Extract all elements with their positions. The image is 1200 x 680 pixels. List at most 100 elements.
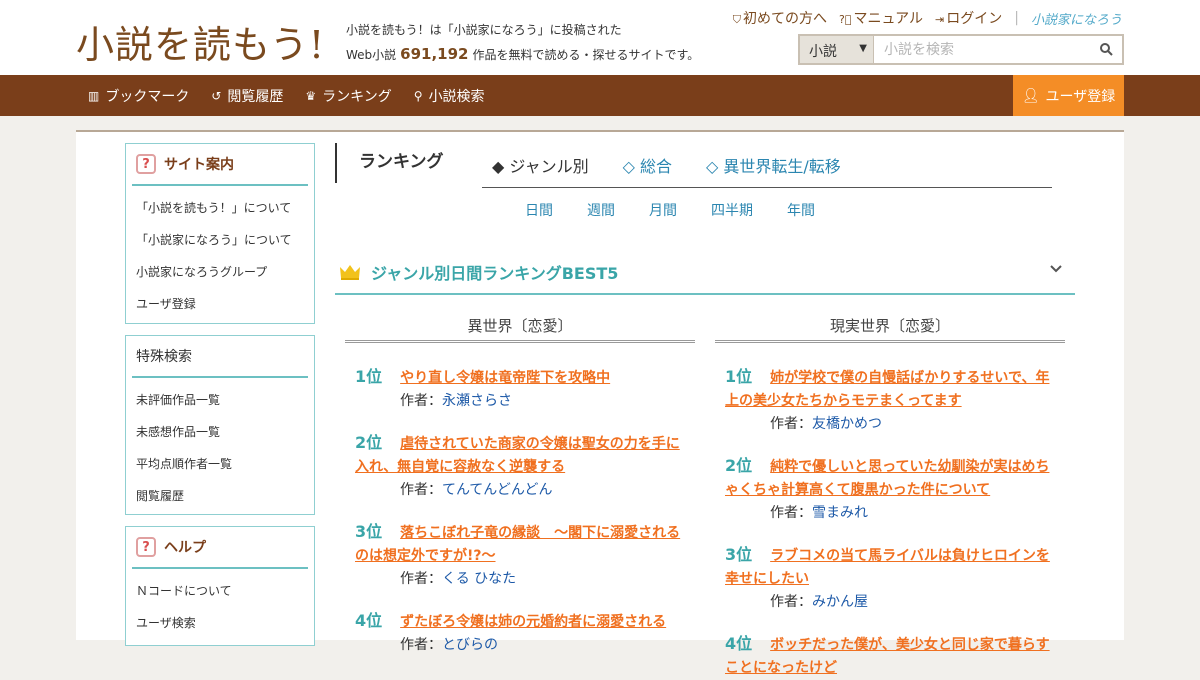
genre-column-real-romance: 現実世界〔恋愛〕 1位 姉が学校で僕の自慢話ばかりするせいで、年上の美少女たちから… [715,315,1065,680]
sidebar-item-narou-group[interactable]: 小説家になろうグループ [136,256,314,288]
period-monthly[interactable]: 月間 [649,200,677,220]
period-weekly[interactable]: 週間 [587,200,615,220]
novel-title-link[interactable]: ずたぼろ令嬢は姉の元婚約者に溺愛される [400,614,666,630]
tagline-suffix: 作品を無料で読める・探せるサイトです。 [472,48,700,62]
author-link[interactable]: とびらの [442,637,498,653]
site-tagline: 小説を読もう！は「小説家になろう」に投稿された Web小説 691,192 作品を無… [346,18,699,67]
rank-number: 3位 [725,545,753,564]
novel-title-link[interactable]: やり直し令嬢は竜帝陛下を攻略中 [400,370,610,386]
help-title: ヘルプ [164,540,206,556]
special-search-heading: 特殊検索 [132,336,308,378]
author-link[interactable]: 永瀬さらさ [442,393,512,409]
novel-title-link[interactable]: 落ちこぼれ子竜の縁談 ～閣下に溺愛されるのは想定外ですが!?～ [355,525,680,564]
tagline-prefix: Web小説 [346,48,397,62]
sidebar-item-user-search[interactable]: ユーザ検索 [136,607,314,639]
tab-overall[interactable]: ◇ 総合 [623,153,672,177]
author-link[interactable]: てんてんどんどん [442,482,552,498]
sidebar-item-unrated[interactable]: 未評価作品一覧 [136,384,314,416]
tagline-line2: Web小説 691,192 作品を無料で読める・探せるサイトです。 [346,42,699,67]
user-icon: 👤︎ [1021,87,1040,104]
rank-number: 4位 [725,634,753,653]
nav-history-label: 閲覧履歴 [227,88,284,105]
author-label: 作者： [400,571,442,587]
sidebar-item-about-yomou[interactable]: 「小説を読もう！」について [136,192,314,224]
period-quarterly[interactable]: 四半期 [711,200,753,220]
chevron-down-icon[interactable] [1049,264,1063,274]
rank-number: 2位 [355,433,383,452]
search-type-select[interactable]: 小説 ▼ [800,36,874,63]
first-time-link[interactable]: ⛉ 初めての方へ [733,8,827,28]
search-icon: ⚲ [413,88,423,103]
work-count: 691,192 [400,45,469,63]
ranking-entry: 4位 ボッチだった僕が、美少女と同じ家で暮らすことになったけど [715,632,1065,680]
first-time-label: 初めての方へ [743,11,827,27]
author-link[interactable]: 友橋かめつ [812,416,882,432]
login-link[interactable]: ⇥ ログイン [935,8,1002,28]
author-label: 作者： [770,505,812,521]
crown-icon: ♛ [305,88,317,103]
novel-title-link[interactable]: 虐待されていた商家の令嬢は聖女の力を手に入れ、無自覚に容赦なく逆襲する [355,436,680,475]
tab-genre[interactable]: ◆ ジャンル別 [492,153,589,177]
nav-ranking[interactable]: ♛ ランキング [305,86,391,106]
sidebar-special-search: 特殊検索 未評価作品一覧 未感想作品一覧 平均点順作者一覧 閲覧履歴 [125,335,315,515]
search-icon [1099,43,1113,56]
bookmark-icon: ▥ [88,88,100,103]
narou-brand-link[interactable]: 小説家になろう [1031,9,1122,28]
novel-title-link[interactable]: ラブコメの当て馬ライバルは負けヒロインを幸せにしたい [725,548,1050,587]
author-link[interactable]: くる ひなた [442,571,516,587]
genre-heading: 異世界〔恋愛〕 [345,315,695,343]
tab-isekai[interactable]: ◇ 異世界転生/転移 [706,153,841,177]
period-tabs: 日間 週間 月間 四半期 年間 [525,200,815,220]
sidebar-item-history[interactable]: 閲覧履歴 [136,480,314,512]
manual-label: マニュアル [853,11,924,27]
ranking-entry: 2位 純粋で優しいと思っていた幼馴染が実はめちゃくちゃ計算高くて腹黒かった件につい… [715,454,1065,525]
nav-bookmark[interactable]: ▥ ブックマーク [88,86,189,106]
period-daily[interactable]: 日間 [525,200,553,220]
main-nav: ▥ ブックマーク ↺ 閲覧履歴 ♛ ランキング ⚲ 小説検索 👤︎ ユーザ登録 [0,75,1200,116]
site-guide-heading: ? サイト案内 [132,144,308,186]
site-logo[interactable]: 小説を読もう! [76,14,325,69]
tagline-line1: 小説を読もう！は「小説家になろう」に投稿された [346,23,622,37]
caret-down-icon: ▼ [859,43,867,54]
top-links: ⛉ 初めての方へ ?⃝ マニュアル ⇥ ログイン | 小説家になろう [733,8,1122,28]
ranking-entry: 2位 虐待されていた商家の令嬢は聖女の力を手に入れ、無自覚に容赦なく逆襲する 作者… [345,431,695,502]
ranking-entry: 1位 姉が学校で僕の自慢話ばかりするせいで、年上の美少女たちからモテまくってます … [715,365,1065,436]
sidebar-item-user-register[interactable]: ユーザ登録 [136,288,314,320]
search-bar: 小説 ▼ [798,34,1124,65]
register-button[interactable]: 👤︎ ユーザ登録 [1013,75,1124,116]
novel-title-link[interactable]: 純粋で優しいと思っていた幼馴染が実はめちゃくちゃ計算高くて腹黒かった件について [725,459,1049,498]
author-label: 作者： [400,393,442,409]
nav-history[interactable]: ↺ 閲覧履歴 [211,86,283,106]
ranking-entry: 1位 やり直し令嬢は竜帝陛下を攻略中 作者：永瀬さらさ [345,365,695,413]
nav-search-label: 小説検索 [428,88,485,105]
history-icon: ↺ [211,88,222,103]
sidebar-item-about-narou[interactable]: 「小説家になろう」について [136,224,314,256]
separator: | [1014,10,1019,26]
sidebar-item-no-impressions[interactable]: 未感想作品一覧 [136,416,314,448]
period-yearly[interactable]: 年間 [787,200,815,220]
page-title: ランキング [335,143,444,183]
sidebar-item-ncode[interactable]: Ｎコードについて [136,575,314,607]
ranking-tabs: ◆ ジャンル別 ◇ 総合 ◇ 異世界転生/転移 [482,143,1052,188]
search-input[interactable] [874,36,1090,63]
section-header[interactable]: ジャンル別日間ランキングBEST5 [335,250,1075,295]
author-label: 作者： [400,637,442,653]
rank-number: 1位 [725,367,753,386]
manual-link[interactable]: ?⃝ マニュアル [839,8,923,28]
login-icon: ⇥ [935,13,945,26]
sidebar-item-avg-authors[interactable]: 平均点順作者一覧 [136,448,314,480]
register-label: ユーザ登録 [1045,88,1116,105]
genre-heading: 現実世界〔恋愛〕 [715,315,1065,343]
ranking-entry: 4位 ずたぼろ令嬢は姉の元婚約者に溺愛される 作者：とびらの [345,609,695,657]
author-link[interactable]: 雪まみれ [812,505,868,521]
rank-number: 4位 [355,611,383,630]
author-link[interactable]: みかん屋 [812,594,868,610]
search-type-value: 小説 [809,44,837,60]
novel-title-link[interactable]: 姉が学校で僕の自慢話ばかりするせいで、年上の美少女たちからモテまくってます [725,370,1049,409]
search-button[interactable] [1090,36,1122,63]
site-header: 小説を読もう! 小説を読もう！は「小説家になろう」に投稿された Web小説 691… [0,0,1200,75]
question-icon: ? [136,154,156,174]
novel-title-link[interactable]: ボッチだった僕が、美少女と同じ家で暮らすことになったけど [725,637,1050,676]
nav-search[interactable]: ⚲ 小説検索 [414,86,485,106]
author-label: 作者： [770,416,812,432]
